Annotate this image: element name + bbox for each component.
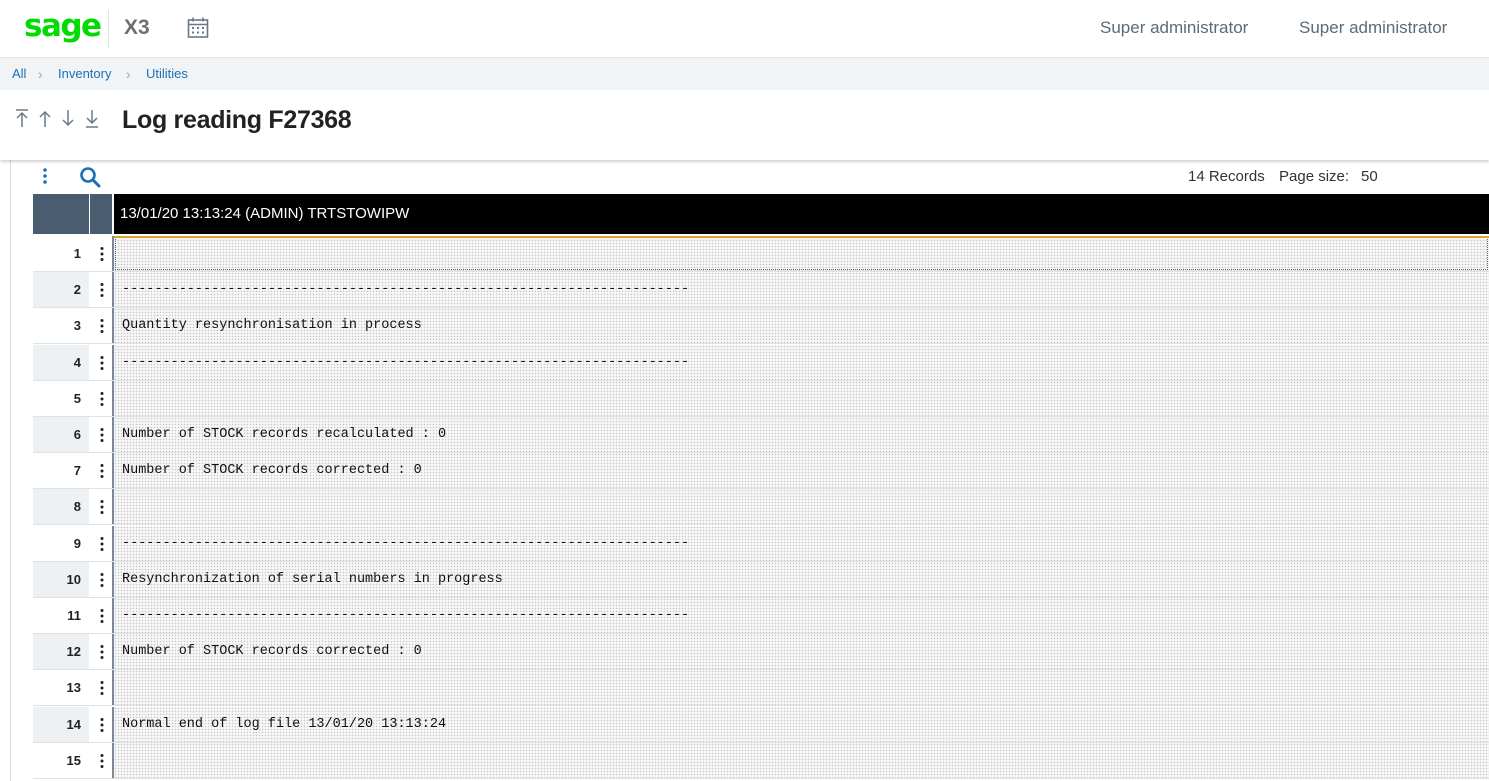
- log-line-cell[interactable]: Number of STOCK records corrected : 0: [114, 634, 1489, 670]
- log-line-cell[interactable]: [114, 489, 1489, 525]
- table-row[interactable]: 12 Number of STOCK records corrected : 0: [33, 634, 1489, 671]
- row-action-header: [90, 194, 112, 234]
- row-actions-kebab-icon[interactable]: [99, 753, 105, 769]
- log-line-cell[interactable]: ----------------------------------------…: [114, 525, 1489, 561]
- row-number: 2: [73, 282, 81, 298]
- table-row[interactable]: 3 Quantity resynchronisation in process: [33, 308, 1489, 345]
- row-actions-kebab-icon[interactable]: [99, 536, 105, 552]
- row-number: 10: [66, 571, 81, 587]
- row-actions-kebab-icon[interactable]: [99, 572, 105, 588]
- table-row[interactable]: 4 ---------------------------------------…: [33, 344, 1489, 381]
- panel-divider: [10, 160, 11, 781]
- previous-record-icon[interactable]: [37, 108, 53, 128]
- row-number: 14: [66, 716, 81, 732]
- log-line-cell[interactable]: [114, 236, 1489, 271]
- row-actions-kebab-icon[interactable]: [99, 608, 105, 624]
- table-row[interactable]: 2 ---------------------------------------…: [33, 272, 1489, 309]
- row-number: 3: [73, 318, 81, 334]
- row-actions-kebab-icon[interactable]: [99, 427, 105, 443]
- table-row[interactable]: 9 ---------------------------------------…: [33, 525, 1489, 562]
- grid-header: 13/01/20 13:13:24 (ADMIN) TRTSTOWIPW: [33, 194, 1489, 234]
- row-number: 13: [66, 680, 81, 696]
- table-row[interactable]: 10 Resynchronization of serial numbers in…: [33, 561, 1489, 598]
- main-content: 14 Records Page size: 50 13/01/20 13:13:…: [0, 160, 1489, 781]
- last-record-icon[interactable]: [84, 108, 100, 128]
- search-icon[interactable]: [78, 165, 102, 189]
- table-row[interactable]: 7 Number of STOCK records corrected : 0: [33, 453, 1489, 490]
- user-menu-primary[interactable]: Super administrator: [1100, 18, 1248, 38]
- table-row[interactable]: 13: [33, 670, 1489, 707]
- breadcrumb-inventory[interactable]: Inventory: [58, 58, 111, 90]
- page-size-label: Page size:: [1279, 168, 1350, 185]
- next-record-icon[interactable]: [60, 108, 76, 128]
- row-actions-kebab-icon[interactable]: [99, 499, 105, 515]
- title-bar: Log reading F27368: [0, 90, 1489, 160]
- log-line-cell[interactable]: Number of STOCK records recalculated : 0: [114, 417, 1489, 452]
- table-row[interactable]: 1: [33, 236, 1489, 272]
- table-row[interactable]: 15: [33, 742, 1489, 779]
- user-menu-secondary[interactable]: Super administrator: [1299, 18, 1447, 38]
- page-title: Log reading F27368: [122, 106, 352, 134]
- product-name[interactable]: X3: [124, 16, 150, 40]
- row-actions-kebab-icon[interactable]: [99, 463, 105, 479]
- log-line-cell[interactable]: ----------------------------------------…: [114, 598, 1489, 633]
- row-number: 15: [66, 752, 81, 768]
- log-line-cell[interactable]: ----------------------------------------…: [114, 272, 1489, 308]
- table-row[interactable]: 6 Number of STOCK records recalculated : …: [33, 417, 1489, 453]
- log-line-cell[interactable]: ----------------------------------------…: [114, 344, 1489, 380]
- row-number: 8: [73, 499, 81, 515]
- breadcrumb-utilities[interactable]: Utilities: [146, 58, 188, 90]
- row-number: 12: [66, 644, 81, 660]
- top-bar: sage X3 Super administrator Super admini…: [0, 0, 1489, 58]
- row-actions-kebab-icon[interactable]: [99, 318, 105, 334]
- page-size-value[interactable]: 50: [1361, 168, 1378, 186]
- row-actions-kebab-icon[interactable]: [99, 246, 105, 262]
- breadcrumb: All › Inventory › Utilities: [0, 58, 1489, 90]
- sage-logo[interactable]: sage: [24, 6, 102, 46]
- log-line-cell[interactable]: Resynchronization of serial numbers in p…: [114, 561, 1489, 597]
- row-number: 4: [73, 354, 81, 370]
- row-number: 6: [73, 427, 81, 442]
- row-actions-kebab-icon[interactable]: [99, 680, 105, 696]
- column-header-log[interactable]: 13/01/20 13:13:24 (ADMIN) TRTSTOWIPW: [114, 194, 1489, 234]
- breadcrumb-chevron-icon: ›: [38, 66, 43, 82]
- table-row[interactable]: 8: [33, 489, 1489, 526]
- row-number: 11: [67, 608, 81, 623]
- log-line-cell[interactable]: Number of STOCK records corrected : 0: [114, 453, 1489, 489]
- records-count: 14 Records: [1188, 168, 1265, 185]
- first-record-icon[interactable]: [14, 108, 30, 128]
- breadcrumb-chevron-icon: ›: [126, 66, 131, 82]
- row-number: 1: [73, 246, 81, 261]
- log-line-cell[interactable]: [114, 670, 1489, 706]
- log-line-cell[interactable]: Normal end of log file 13/01/20 13:13:24: [114, 706, 1489, 742]
- breadcrumb-all[interactable]: All: [12, 58, 26, 90]
- row-number: 9: [73, 535, 81, 551]
- row-divider: [33, 777, 1489, 779]
- log-line-cell[interactable]: [114, 742, 1489, 778]
- row-actions-kebab-icon[interactable]: [99, 644, 105, 660]
- row-number-header: [33, 194, 89, 234]
- log-line-cell[interactable]: [114, 380, 1489, 416]
- row-actions-kebab-icon[interactable]: [99, 717, 105, 733]
- grid-actions-kebab-icon[interactable]: [40, 166, 50, 186]
- row-actions-kebab-icon[interactable]: [99, 391, 105, 407]
- logo-divider: [108, 10, 109, 48]
- row-number: 5: [73, 390, 81, 406]
- row-actions-kebab-icon[interactable]: [99, 282, 105, 298]
- calendar-icon[interactable]: [186, 16, 210, 40]
- table-row[interactable]: 11 --------------------------------------…: [33, 598, 1489, 634]
- table-row[interactable]: 14 Normal end of log file 13/01/20 13:13:…: [33, 706, 1489, 743]
- row-actions-kebab-icon[interactable]: [99, 355, 105, 371]
- table-row[interactable]: 5: [33, 380, 1489, 417]
- row-number: 7: [73, 463, 81, 479]
- log-line-cell[interactable]: Quantity resynchronisation in process: [114, 308, 1489, 344]
